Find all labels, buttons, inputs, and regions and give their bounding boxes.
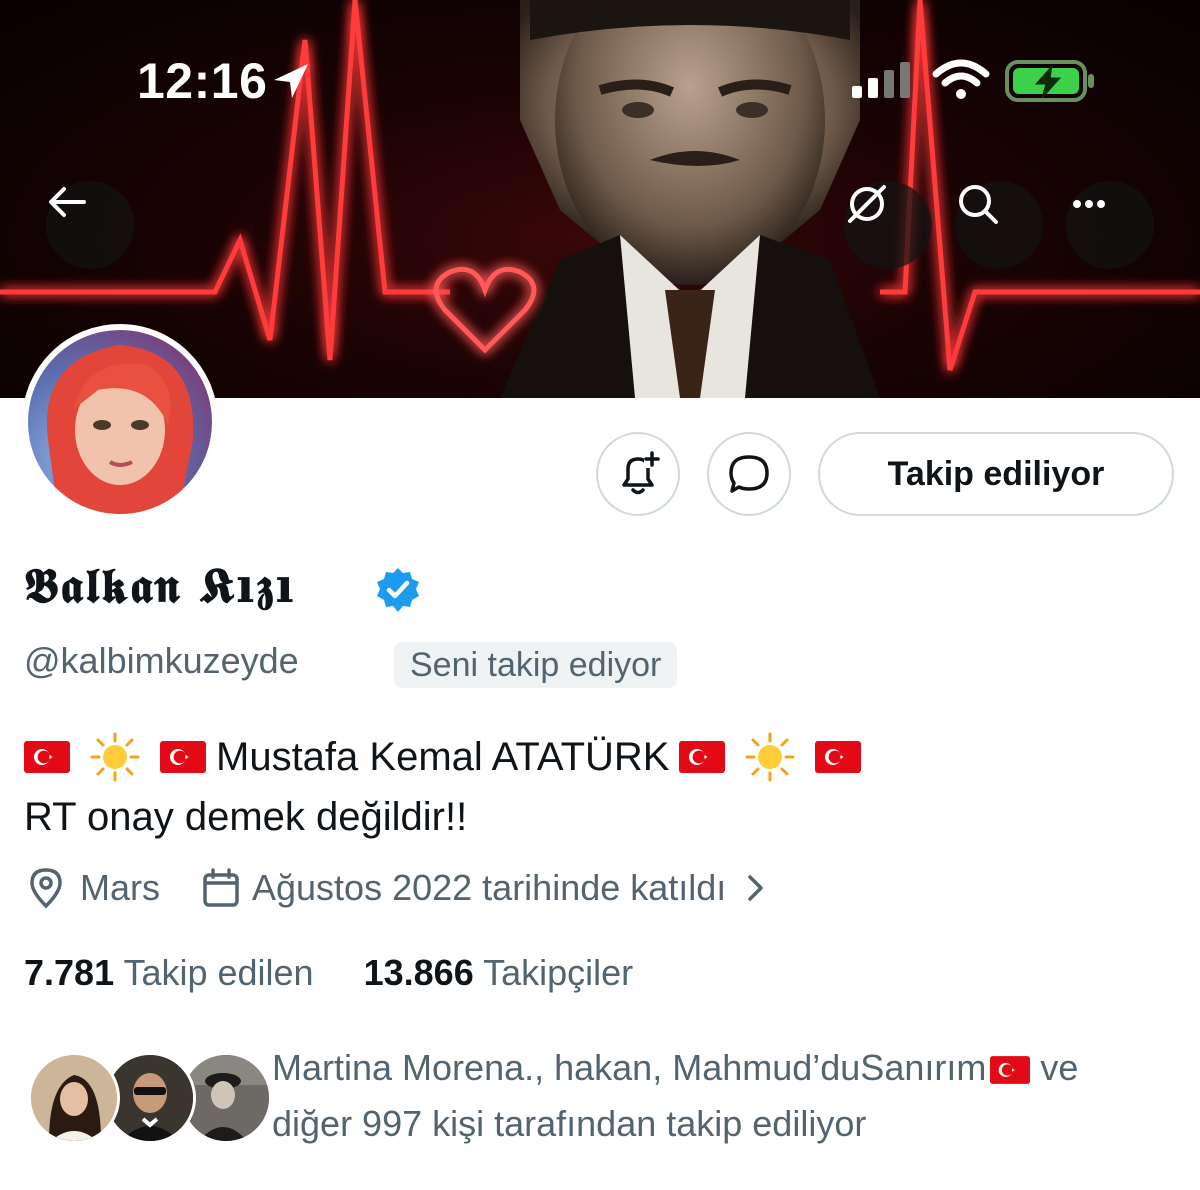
chat-bubble-icon (729, 455, 769, 493)
mutual-names: Martina Morena., hakan, Mahmud’duSanırım (272, 1047, 987, 1088)
search-icon (959, 185, 998, 224)
followers-count: 13.866 (363, 952, 474, 993)
turkey-flag-icon (990, 1056, 1031, 1085)
following-button[interactable]: Takip ediliyor (818, 432, 1174, 516)
following-link[interactable]: 7.781 Takip edilen (24, 952, 314, 993)
verified-badge-icon[interactable] (374, 566, 422, 614)
location-pin-icon (30, 868, 62, 909)
followers-link[interactable]: 13.866 Takipçiler (364, 952, 634, 993)
status-bar: 12:16 (0, 0, 1200, 160)
more-options-button[interactable] (1066, 181, 1154, 269)
turkey-flag-icon (160, 741, 206, 773)
mutual-conjunction: ve (1030, 1047, 1079, 1088)
joined-date-link[interactable]: Ağustos 2022 tarihinde katıldı (252, 867, 726, 909)
bell-plus-icon (622, 451, 660, 495)
profile-avatar[interactable] (22, 324, 218, 520)
wifi-icon (932, 59, 990, 99)
signal-icon (852, 62, 910, 98)
location-arrow-icon (274, 64, 308, 98)
back-button[interactable] (46, 181, 134, 269)
location-text: Mars (80, 867, 160, 908)
mute-notifications-button[interactable] (844, 181, 932, 269)
more-icon (1073, 200, 1105, 208)
calendar-icon (203, 868, 239, 907)
avatar (28, 1052, 120, 1144)
mutual-followers-avatars[interactable] (28, 1050, 272, 1146)
follows-you-badge: Seni takip ediyor (394, 642, 678, 688)
bio-line-1: Mustafa Kemal ATATÜRK (24, 732, 871, 782)
turkey-flag-icon (24, 741, 70, 773)
following-label: Takip edilen (123, 952, 314, 993)
bio-line-2: RT onay demek değildir!! (24, 795, 468, 839)
message-button[interactable] (707, 432, 791, 516)
notify-button[interactable] (596, 432, 680, 516)
header-banner: 12:16 (0, 0, 1200, 398)
turkey-flag-icon (679, 741, 726, 773)
following-count: 7.781 (24, 952, 115, 993)
sun-icon (90, 732, 140, 782)
follow-stats: 7.781 Takip edilen 13.866 Takipçiler (24, 952, 633, 994)
no-notifications-icon (848, 185, 886, 223)
mutual-others: diğer 997 kişi tarafından takip ediliyor (272, 1103, 867, 1144)
turkey-flag-icon (815, 741, 862, 773)
sun-icon (745, 732, 795, 782)
display-name: 𝕭𝖆𝖑𝖐𝖆𝖓 𝕶ı𝖟ı (24, 558, 296, 614)
search-button[interactable] (955, 181, 1043, 269)
arrow-left-icon (49, 187, 86, 217)
profile-meta: Mars Ağustos 2022 tarihinde katıldı (24, 866, 770, 910)
mutual-avatar-1 (31, 1055, 117, 1141)
mutual-followers-text[interactable]: Martina Morena., hakan, Mahmud’duSanırım… (272, 1040, 1182, 1152)
bio-text: Mustafa Kemal ATATÜRK (216, 734, 670, 779)
followers-label: Takipçiler (483, 952, 634, 993)
status-time: 12:16 (137, 53, 268, 109)
avatar-image (28, 330, 212, 514)
user-handle: @kalbimkuzeyde (24, 640, 299, 681)
chevron-right-icon[interactable] (740, 873, 770, 903)
battery-charging-icon (1005, 60, 1094, 102)
